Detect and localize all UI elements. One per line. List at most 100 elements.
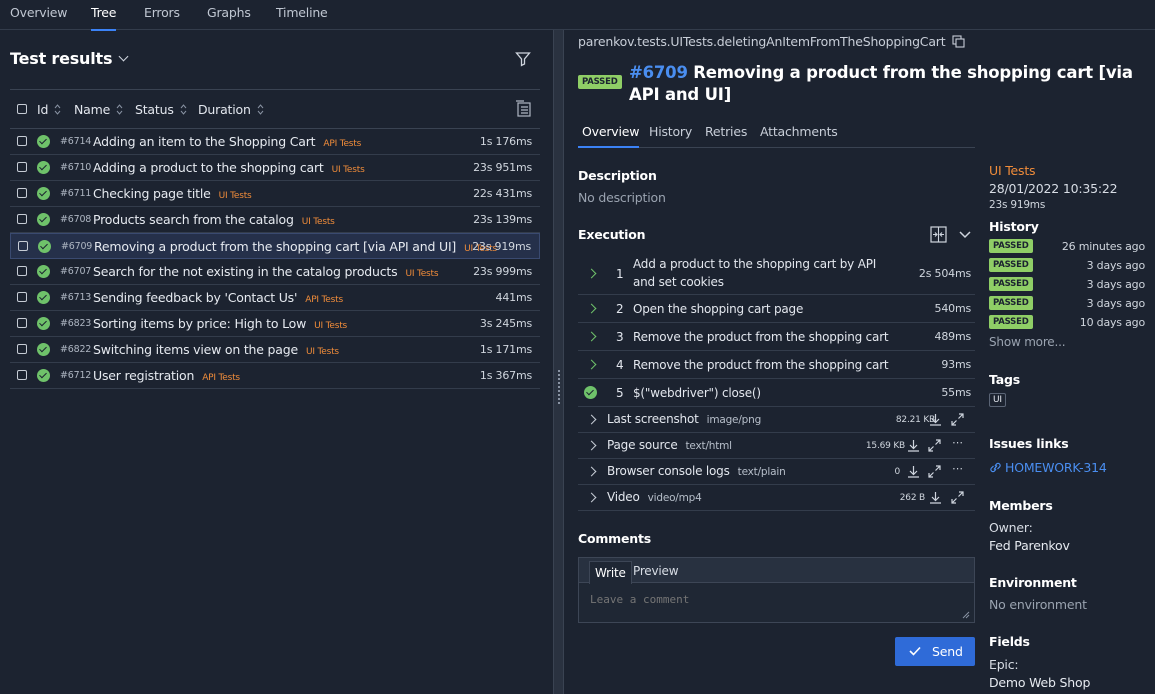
panel-splitter[interactable]	[553, 30, 564, 694]
chevron-right-icon	[586, 359, 597, 370]
history-heading: History	[989, 219, 1039, 234]
comment-input[interactable]	[580, 584, 973, 622]
row-checkbox[interactable]	[17, 292, 27, 302]
history-item[interactable]: PASSED 10 days ago	[989, 315, 1145, 331]
select-all-checkbox[interactable]	[17, 104, 27, 114]
row-checkbox[interactable]	[17, 136, 27, 146]
tab-retries[interactable]: Retries	[705, 124, 747, 139]
download-icon[interactable]	[929, 413, 942, 426]
history-item[interactable]: PASSED 3 days ago	[989, 258, 1145, 274]
history-item[interactable]: PASSED 26 minutes ago	[989, 239, 1145, 255]
table-row[interactable]: #6714 Adding an item to the Shopping Cart…	[10, 129, 540, 155]
row-checkbox[interactable]	[17, 214, 27, 224]
table-row[interactable]: #6710 Adding a product to the shopping ca…	[10, 155, 540, 181]
row-checkbox[interactable]	[17, 318, 27, 328]
row-name-text: Removing a product from the shopping car…	[94, 239, 457, 254]
chevron-down-icon[interactable]	[959, 229, 971, 239]
tab-overview[interactable]: Overview	[10, 5, 67, 30]
download-icon[interactable]	[907, 439, 920, 452]
attachment-name-text: Last screenshot	[607, 412, 699, 426]
row-name-text: Sending feedback by 'Contact Us'	[93, 290, 298, 305]
history-status-badge: PASSED	[989, 258, 1033, 272]
tab-overview-detail[interactable]: Overview	[582, 124, 639, 139]
expand-icon[interactable]	[951, 413, 964, 426]
row-id: #6711	[60, 188, 92, 199]
execution-step[interactable]: 4 Remove the product from the shopping ca…	[578, 351, 975, 379]
row-checkbox[interactable]	[17, 370, 27, 380]
environment-heading: Environment	[989, 575, 1077, 590]
row-name-text: Sorting items by price: High to Low	[93, 316, 307, 331]
passed-icon	[37, 291, 50, 304]
row-name: Search for the not existing in the catal…	[93, 264, 439, 279]
more-icon[interactable]: ⋯	[952, 462, 963, 475]
expand-icon[interactable]	[928, 439, 941, 452]
issue-link[interactable]: HOMEWORK-314	[989, 460, 1107, 475]
table-row[interactable]: #6823 Sorting items by price: High to Low…	[10, 311, 540, 337]
members-heading: Members	[989, 498, 1053, 513]
show-more-link[interactable]: Show more...	[989, 335, 1066, 349]
tab-history[interactable]: History	[649, 124, 692, 139]
send-button[interactable]: Send	[895, 637, 975, 666]
column-duration[interactable]: Duration	[198, 102, 264, 117]
row-checkbox[interactable]	[17, 266, 27, 276]
tab-timeline[interactable]: Timeline	[276, 5, 328, 30]
tab-errors[interactable]: Errors	[144, 5, 180, 30]
row-checkbox[interactable]	[17, 344, 27, 354]
execution-step[interactable]: 5 $("webdriver") close() 55ms	[578, 379, 975, 407]
attachment-row[interactable]: Browser console logs text/plain 0 ⋯	[578, 459, 975, 485]
execution-step[interactable]: 1 Add a product to the shopping cart by A…	[578, 252, 975, 295]
more-icon[interactable]: ⋯	[952, 436, 963, 449]
column-status[interactable]: Status	[135, 102, 187, 117]
passed-icon	[37, 343, 50, 356]
tab-attachments[interactable]: Attachments	[760, 124, 838, 139]
row-duration: 23s 951ms	[473, 161, 532, 174]
test-title: #6709 Removing a product from the shoppi…	[629, 62, 1149, 106]
expand-icon[interactable]	[951, 491, 964, 504]
filter-icon[interactable]	[515, 51, 531, 67]
row-checkbox[interactable]	[17, 162, 27, 172]
expand-icon[interactable]	[928, 465, 941, 478]
table-row[interactable]: #6711 Checking page title UI Tests 22s 431m…	[10, 181, 540, 207]
table-row[interactable]: #6709 Removing a product from the shoppin…	[10, 233, 540, 259]
tab-graphs[interactable]: Graphs	[207, 5, 251, 30]
column-settings-icon[interactable]	[515, 100, 533, 118]
row-checkbox[interactable]	[17, 188, 27, 198]
column-name[interactable]: Name	[74, 102, 123, 117]
tags-heading: Tags	[989, 372, 1020, 387]
table-row[interactable]: #6822 Switching items view on the page UI …	[10, 337, 540, 363]
row-id: #6712	[60, 370, 92, 381]
table-row[interactable]: #6707 Search for the not existing in the …	[10, 259, 540, 285]
grip-dot	[558, 398, 560, 400]
owner-name: Fed Parenkov	[989, 538, 1070, 553]
row-tag: UI Tests	[331, 165, 365, 175]
suite-link[interactable]: UI Tests	[989, 163, 1036, 178]
comment-tab-write[interactable]: Write	[589, 561, 632, 584]
chevron-right-icon	[586, 331, 597, 342]
attachment-row[interactable]: Last screenshot image/png 82.21 KB	[578, 407, 975, 433]
table-row[interactable]: #6713 Sending feedback by 'Contact Us' API…	[10, 285, 540, 311]
execution-step[interactable]: 2 Open the shopping cart page 540ms	[578, 295, 975, 323]
attachment-row[interactable]: Page source text/html 15.69 KB ⋯	[578, 433, 975, 459]
environment-value: No environment	[989, 597, 1087, 612]
column-id[interactable]: Id	[37, 102, 61, 117]
expand-all-icon[interactable]	[930, 226, 947, 243]
table-row[interactable]: #6712 User registration API Tests 1s 367ms	[10, 363, 540, 389]
copy-icon[interactable]	[952, 35, 965, 48]
tab-tree[interactable]: Tree	[91, 5, 117, 31]
row-tag: UI Tests	[305, 347, 339, 357]
resize-handle-icon[interactable]	[962, 611, 970, 619]
test-results-title[interactable]: Test results	[10, 49, 129, 68]
history-item[interactable]: PASSED 3 days ago	[989, 296, 1145, 312]
tag-chip[interactable]: UI	[989, 393, 1006, 407]
attachment-type: text/plain	[737, 466, 786, 478]
attachment-row[interactable]: Video video/mp4 262 B	[578, 485, 975, 511]
history-item[interactable]: PASSED 3 days ago	[989, 277, 1145, 293]
history-status-badge: PASSED	[989, 296, 1033, 310]
test-date: 28/01/2022 10:35:22	[989, 181, 1118, 196]
download-icon[interactable]	[929, 491, 942, 504]
download-icon[interactable]	[907, 465, 920, 478]
row-checkbox[interactable]	[18, 241, 28, 251]
comment-tab-preview[interactable]: Preview	[633, 564, 679, 578]
table-row[interactable]: #6708 Products search from the catalog UI …	[10, 207, 540, 233]
execution-step[interactable]: 3 Remove the product from the shopping ca…	[578, 323, 975, 351]
